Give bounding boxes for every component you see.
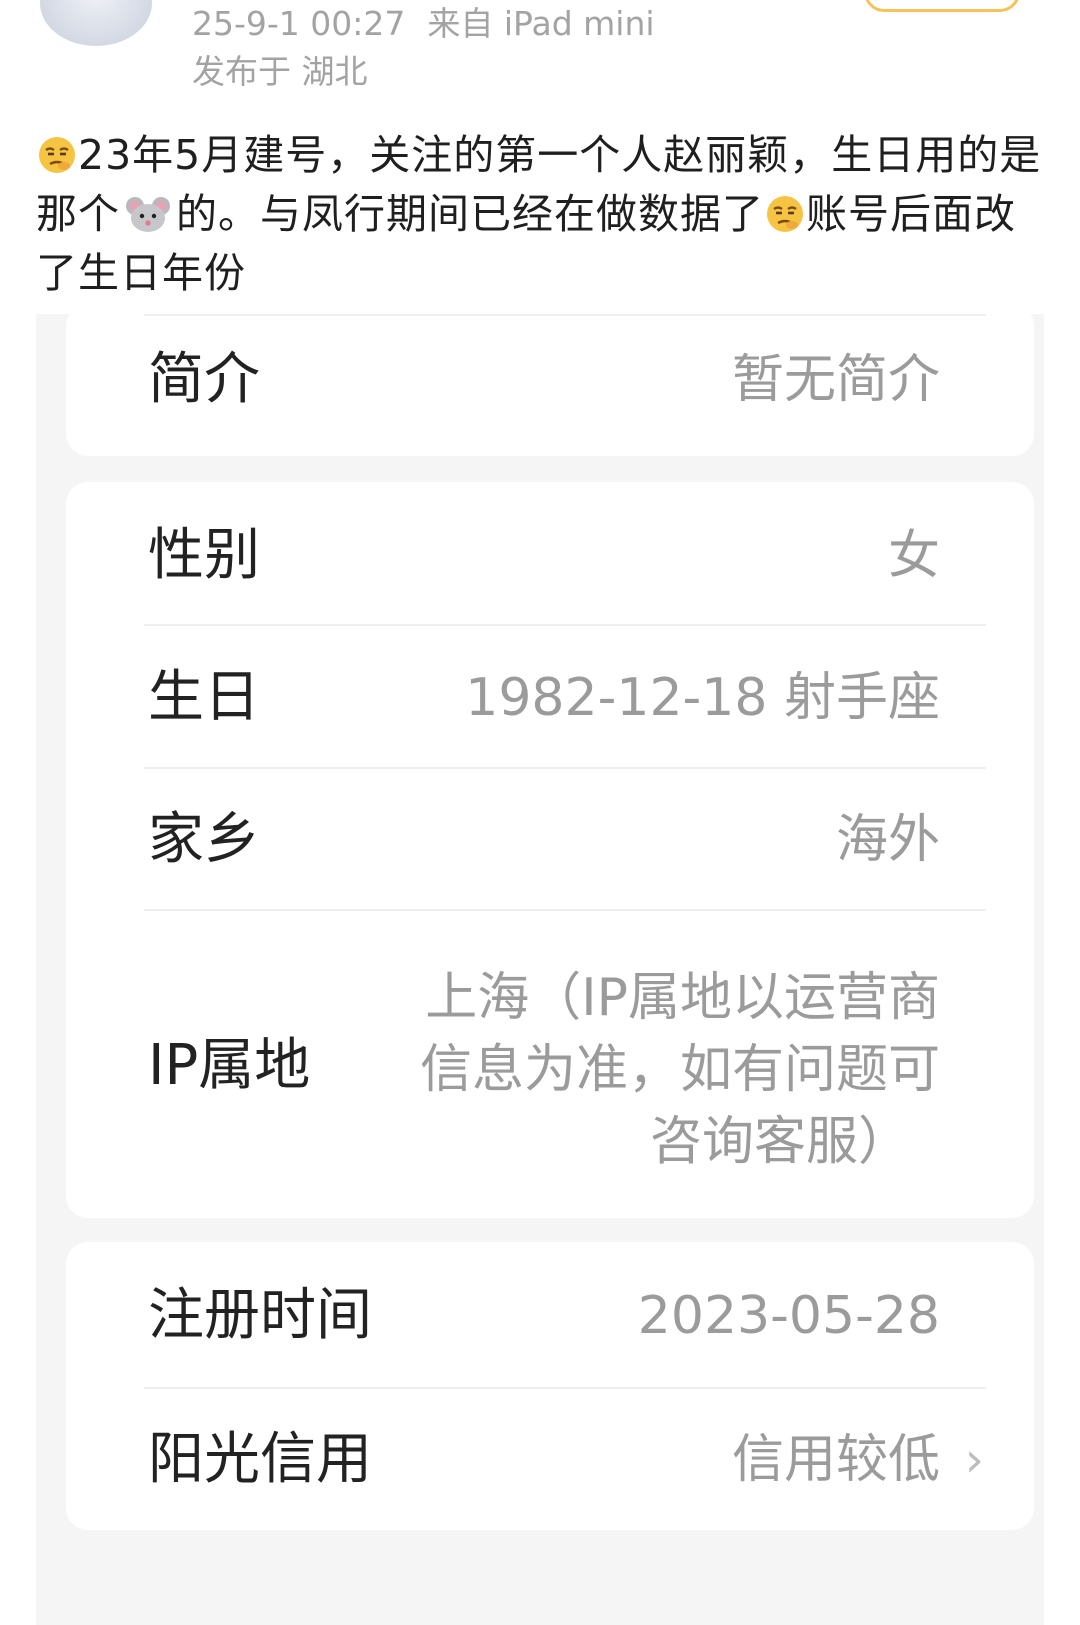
profile-screenshot: 简介 暂无简介 性别 女 生日 1982-12-18 射手座 家乡 海外 IP属… [36, 304, 1044, 1625]
gender-label: 性别 [148, 523, 260, 588]
birthday-row[interactable]: 生日 1982-12-18 射手座 [66, 666, 1034, 730]
post-location: 发布于 湖北 [192, 52, 368, 91]
divider [144, 314, 986, 316]
post-meta: 25-9-1 00:27 来自 iPad mini 发布于 湖北 [192, 0, 655, 96]
hometown-value: 海外 [835, 810, 940, 870]
gender-row[interactable]: 性别 女 [66, 524, 1034, 588]
bio-row[interactable]: 简介 暂无简介 [66, 348, 1034, 412]
divider [144, 767, 986, 769]
account-card: 注册时间 2023-05-28 阳光信用 信用较低 › [66, 1242, 1034, 1530]
sunshine-credit-row[interactable]: 阳光信用 信用较低 › [66, 1428, 1034, 1492]
thinking-face-icon [37, 135, 77, 175]
mouse-icon [121, 194, 175, 234]
chevron-right-icon[interactable]: › [965, 1428, 984, 1492]
hometown-row[interactable]: 家乡 海外 [66, 808, 1034, 872]
ip-location-value-line: 信息为准，如有问题可 [419, 1040, 940, 1100]
ip-location-row: IP属地 上海（IP属地以运营商 信息为准，如有问题可 咨询客服） [66, 962, 1034, 1172]
gender-value: 女 [887, 526, 940, 586]
post-timestamp: 25-9-1 00:27 [192, 4, 406, 43]
register-time-row[interactable]: 注册时间 2023-05-28 [66, 1284, 1034, 1348]
post-text: 23年5月建号，关注的第一个人赵丽颖，生日用的是那个 的。与凤行期间已经在做数据… [36, 126, 1046, 303]
ip-location-value-line: 咨询客服） [649, 1112, 910, 1172]
avatar[interactable] [40, 0, 152, 46]
birthday-label: 生日 [148, 665, 260, 730]
sunshine-credit-value: 信用较低 [731, 1430, 940, 1490]
post-source: 来自 iPad mini [427, 4, 655, 43]
register-time-value: 2023-05-28 [637, 1286, 940, 1346]
register-time-label: 注册时间 [148, 1283, 372, 1348]
bio-value: 暂无简介 [731, 350, 940, 410]
birthday-value: 1982-12-18 射手座 [465, 668, 940, 728]
divider [144, 909, 986, 911]
divider [144, 1387, 986, 1389]
sunshine-credit-label: 阳光信用 [148, 1427, 372, 1492]
basic-info-card: 性别 女 生日 1982-12-18 射手座 家乡 海外 IP属地 上海（IP属… [66, 482, 1034, 1218]
post-text-part-2: 的。与凤行期间已经在做数据了 [176, 190, 764, 238]
ip-location-value: 上海（IP属地以运营商 信息为准，如有问题可 咨询客服） [420, 962, 940, 1178]
ip-location-value-line: 上海（IP属地以运营商 [425, 968, 940, 1028]
follow-button[interactable] [864, 0, 1020, 12]
thinking-face-icon [765, 194, 805, 234]
divider [144, 624, 986, 626]
hometown-label: 家乡 [148, 807, 260, 872]
bio-card: 简介 暂无简介 [66, 304, 1034, 456]
bio-label: 简介 [148, 347, 260, 412]
ip-location-label: IP属地 [148, 1033, 311, 1098]
